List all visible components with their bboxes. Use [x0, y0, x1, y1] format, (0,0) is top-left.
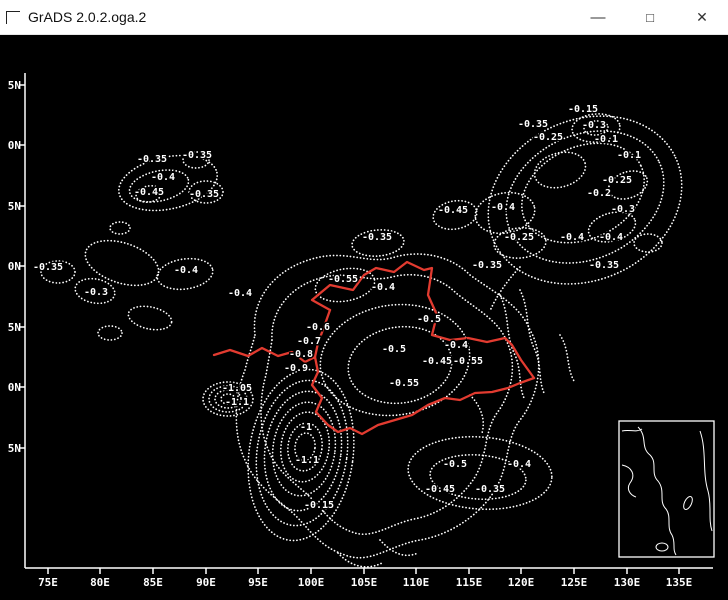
- contour-label: -0.1: [617, 150, 641, 161]
- contour-label: -0.4: [228, 288, 252, 299]
- x-tick-label: 135E: [666, 576, 693, 589]
- contour-label: -1: [300, 422, 312, 433]
- y-tick-label: 0N: [8, 260, 21, 273]
- contour-label: -0.4: [491, 202, 515, 213]
- x-tick-label: 120E: [508, 576, 535, 589]
- river-branch-line: [315, 310, 330, 357]
- contour-labels-layer: -0.35 -0.35 -0.4 -0.45 -0.35 -0.35 -0.3 -0.4 -0.…: [33, 104, 641, 511]
- contour-label: -0.35: [137, 154, 167, 165]
- contour-label: -0.5: [443, 459, 467, 470]
- x-tick-label: 95E: [248, 576, 268, 589]
- contour-label: -1.05: [222, 383, 252, 394]
- x-tick-label: 75E: [38, 576, 58, 589]
- contour-label: -0.45: [425, 484, 455, 495]
- contour-label: -0.3: [582, 120, 606, 131]
- contour-label: -0.4: [444, 340, 468, 351]
- x-tick-label: 105E: [351, 576, 378, 589]
- contour-label: -0.3: [611, 204, 635, 215]
- x-tick-label: 100E: [298, 576, 325, 589]
- x-tick-label: 80E: [90, 576, 110, 589]
- contour-label: -0.4: [371, 282, 395, 293]
- contour-label: -0.45: [438, 205, 468, 216]
- contour-label: -0.4: [174, 265, 198, 276]
- contour-label: -0.35: [472, 260, 502, 271]
- contour-label: -0.5: [382, 344, 406, 355]
- contour-label: -0.55: [389, 378, 419, 389]
- contour-label: -1.1: [295, 455, 319, 466]
- contour-label: -0.35: [362, 232, 392, 243]
- axes-layer: 5N 0N 5N 0N 5N 0N 5N 75E 80E 85E 90E 95E 100E 105E 110…: [8, 73, 713, 589]
- contour-label: -0.25: [602, 175, 632, 186]
- app-icon: [6, 11, 20, 24]
- contour-label: -0.25: [533, 132, 563, 143]
- x-tick-label: 90E: [196, 576, 216, 589]
- contour-label: -0.2: [587, 188, 611, 199]
- y-tick-label: 5N: [8, 79, 21, 92]
- plot-canvas: 5N 0N 5N 0N 5N 0N 5N 75E 80E 85E 90E 95E 100E 105E 110…: [0, 35, 728, 600]
- y-tick-label: 5N: [8, 442, 21, 455]
- grads-window: GrADS 2.0.2.oga.2 — □ ✕: [0, 0, 728, 600]
- y-tick-label: 5N: [8, 321, 21, 334]
- y-tick-label: 5N: [8, 200, 21, 213]
- plot-svg: 5N 0N 5N 0N 5N 0N 5N 75E 80E 85E 90E 95E 100E 105E 110…: [0, 35, 728, 600]
- minimize-button[interactable]: —: [572, 0, 624, 35]
- contour-label: -0.35: [182, 150, 212, 161]
- contour-label: -0.35: [33, 262, 63, 273]
- contour-label: -0.7: [297, 336, 321, 347]
- y-tick-label: 0N: [8, 139, 21, 152]
- window-controls: — □ ✕: [572, 0, 728, 35]
- contour-label: -0.4: [507, 459, 531, 470]
- y-tick-label: 0N: [8, 381, 21, 394]
- contour-label: -0.15: [568, 104, 598, 115]
- contour-label: -0.45: [422, 356, 452, 367]
- contour-label: -0.8: [289, 349, 313, 360]
- contour-label: -0.4: [599, 232, 623, 243]
- window-title: GrADS 2.0.2.oga.2: [28, 9, 572, 25]
- contour-label: -0.45: [134, 187, 164, 198]
- contour-label: -0.9: [284, 363, 308, 374]
- x-tick-label: 115E: [456, 576, 483, 589]
- contour-label: -1.1: [225, 397, 249, 408]
- inset-map: [619, 421, 714, 557]
- contour-label: -0.1: [594, 134, 618, 145]
- contour-label: -0.3: [84, 287, 108, 298]
- contour-label: -0.15: [304, 500, 334, 511]
- contour-label: -0.25: [504, 232, 534, 243]
- close-button[interactable]: ✕: [676, 0, 728, 35]
- contour-label: -0.6: [306, 322, 330, 333]
- x-tick-label: 85E: [143, 576, 163, 589]
- contour-label: -0.35: [518, 119, 548, 130]
- contour-label: -0.35: [589, 260, 619, 271]
- contour-label: -0.35: [189, 189, 219, 200]
- contour-label: -0.4: [560, 232, 584, 243]
- maximize-button[interactable]: □: [624, 0, 676, 35]
- contour-label: -0.35: [475, 484, 505, 495]
- x-tick-label: 110E: [403, 576, 430, 589]
- contour-label: -0.5: [417, 314, 441, 325]
- inset-map-frame: [619, 421, 714, 557]
- window-titlebar: GrADS 2.0.2.oga.2 — □ ✕: [0, 0, 728, 35]
- contour-label: -0.55: [328, 274, 358, 285]
- x-tick-label: 125E: [561, 576, 588, 589]
- contour-label: -0.55: [453, 356, 483, 367]
- x-tick-label: 130E: [614, 576, 641, 589]
- contour-label: -0.4: [151, 172, 175, 183]
